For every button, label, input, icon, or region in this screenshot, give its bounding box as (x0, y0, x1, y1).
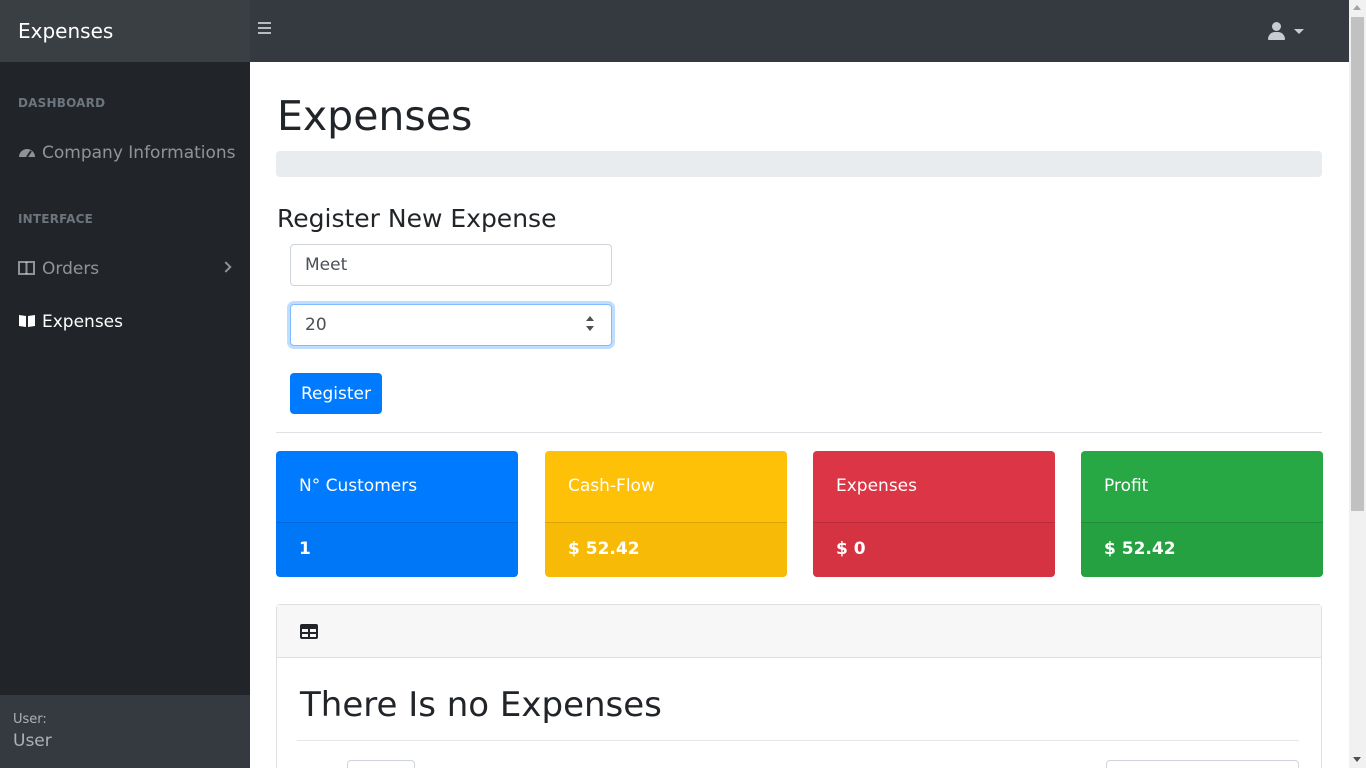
sidebar-item-orders[interactable]: Orders (18, 254, 238, 284)
sidebar-item-expenses[interactable]: Expenses (18, 307, 238, 337)
brand-title[interactable]: Expenses (0, 0, 250, 62)
expense-amount-input[interactable]: 20 (290, 304, 612, 346)
dashboard-gauge-icon (18, 140, 36, 158)
divider (297, 740, 1299, 741)
user-icon (1272, 22, 1281, 31)
sidebar-item-company-informations[interactable]: Company Informations (18, 138, 238, 168)
entries-select[interactable] (347, 760, 415, 768)
sidebar-item-label: Company Informations (42, 143, 236, 163)
logged-in-user: User (13, 731, 52, 751)
expense-name-input[interactable]: Meet (290, 244, 612, 286)
stat-card-expenses: Expenses $ 0 (813, 451, 1055, 577)
breadcrumb (276, 151, 1322, 177)
logged-in-label: User: (13, 712, 47, 727)
stat-card-title: Profit (1104, 476, 1149, 496)
sidebar-heading-dashboard: DASHBOARD (18, 96, 106, 110)
stat-card-title: Cash-Flow (568, 476, 655, 496)
stat-card-value: $ 0 (836, 539, 866, 559)
form-title: Register New Expense (277, 204, 557, 233)
columns-icon (18, 256, 36, 275)
scrollbar-thumb[interactable] (1351, 17, 1364, 511)
number-spinner[interactable] (585, 316, 595, 334)
user-dropdown[interactable] (1268, 22, 1308, 42)
table-card-header (277, 605, 1321, 658)
stat-card-customers: N° Customers 1 (276, 451, 518, 577)
top-navbar: Expenses (0, 0, 1349, 62)
spinner-up-icon[interactable] (586, 316, 594, 321)
sidebar-item-label: Expenses (42, 312, 123, 332)
divider (276, 432, 1322, 433)
stat-card-value: $ 52.42 (568, 539, 640, 559)
sidebar-item-label: Orders (42, 259, 100, 279)
table-icon (300, 624, 318, 639)
empty-table-message: There Is no Expenses (300, 685, 662, 725)
stat-card-value: 1 (299, 539, 311, 559)
table-search-input[interactable] (1106, 760, 1299, 768)
page-scrollbar[interactable] (1349, 0, 1366, 768)
stat-card-profit: Profit $ 52.42 (1081, 451, 1323, 577)
stat-card-title: N° Customers (299, 476, 418, 496)
scroll-up-icon[interactable] (1353, 5, 1361, 10)
caret-down-icon (1294, 29, 1304, 34)
menu-toggle-icon[interactable] (258, 22, 274, 40)
stat-card-title: Expenses (836, 476, 917, 496)
stat-card-cash-flow: Cash-Flow $ 52.42 (545, 451, 787, 577)
sidebar-heading-interface: INTERFACE (18, 212, 94, 226)
page-title: Expenses (277, 92, 473, 140)
expenses-table-card: There Is no Expenses (276, 604, 1322, 768)
sidebar: DASHBOARD Company Informations INTERFACE… (0, 62, 250, 768)
sidebar-footer: User: User (0, 695, 250, 768)
scroll-down-icon[interactable] (1353, 757, 1361, 762)
stat-card-value: $ 52.42 (1104, 539, 1176, 559)
spinner-down-icon[interactable] (586, 326, 594, 331)
register-button[interactable]: Register (290, 373, 382, 414)
expense-amount-value: 20 (305, 315, 327, 335)
chevron-right-icon (220, 261, 232, 273)
book-open-icon (18, 309, 36, 327)
